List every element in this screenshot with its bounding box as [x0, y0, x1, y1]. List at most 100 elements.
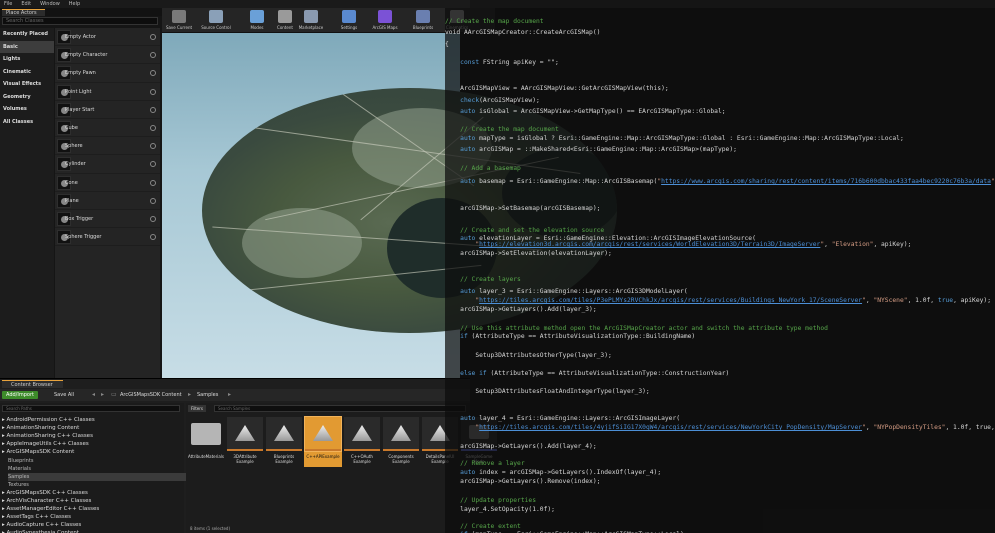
actor-item-cone[interactable]: Cone: [55, 174, 160, 192]
menu-window[interactable]: Window: [40, 1, 60, 7]
actor-label: Cone: [65, 179, 78, 186]
toolbar-settings-button[interactable]: Settings: [332, 9, 366, 33]
tree-folder[interactable]: ▸ ArchVisCharacter C++ Classes: [2, 497, 91, 505]
tree-folder[interactable]: ▸ AnimationSharing C++ Classes: [2, 432, 93, 440]
info-icon[interactable]: [150, 234, 156, 241]
tree-folder[interactable]: ▸ AppleImageUtils C++ Classes: [2, 440, 89, 448]
actor-label: Sphere: [65, 143, 83, 150]
content-browser-toolbar: Add/Import Save All ◂ ▸ ▭ ArcGISMapsSDK …: [0, 389, 470, 401]
actor-item-sphere-trigger[interactable]: Sphere Trigger: [55, 228, 160, 247]
actor-item-sphere[interactable]: Sphere: [55, 137, 160, 156]
tree-folder[interactable]: ▸ AndroidPermission C++ Classes: [2, 416, 95, 424]
category-all-classes[interactable]: All Classes: [0, 116, 54, 129]
toolbar-marketplace-button[interactable]: Marketplace: [294, 9, 328, 33]
tree-subfolder[interactable]: Textures: [8, 481, 29, 489]
toolbar-save-current-button[interactable]: Save Current: [162, 9, 196, 33]
level-map-icon: [344, 417, 380, 451]
info-icon[interactable]: [150, 197, 156, 204]
menu-help[interactable]: Help: [69, 1, 80, 7]
actor-item-player-start[interactable]: Player Start: [55, 101, 160, 119]
tree-folder[interactable]: ▸ AudioSynesthesia Content: [2, 529, 79, 533]
add-import-button[interactable]: Add/Import: [2, 391, 38, 399]
search-paths-input[interactable]: Search Paths: [2, 405, 180, 412]
actor-item-empty-actor[interactable]: Empty Actor: [55, 28, 160, 47]
level-viewport[interactable]: [162, 33, 617, 378]
info-icon[interactable]: [150, 106, 156, 113]
tree-subfolder[interactable]: Materials: [8, 465, 31, 473]
info-icon[interactable]: [150, 70, 156, 77]
code-line: // Create layers: [445, 276, 521, 283]
category-lights[interactable]: Lights: [0, 53, 54, 66]
category-recently-placed[interactable]: Recently Placed: [0, 28, 54, 41]
tree-folder[interactable]: ▸ AssetTags C++ Classes: [2, 513, 71, 521]
code-line: auto layer_3 = Esri::GameEngine::Layers:…: [460, 288, 688, 295]
info-icon[interactable]: [150, 52, 156, 59]
code-editor[interactable]: // Create the map document void AArcGISMa…: [445, 8, 995, 533]
back-arrow-icon[interactable]: ◂: [92, 391, 95, 399]
toolbar-blueprints-button[interactable]: Blueprints: [406, 9, 440, 33]
modes-icon: [250, 10, 264, 23]
category-geometry[interactable]: Geometry: [0, 91, 54, 104]
category-cinematic[interactable]: Cinematic: [0, 66, 54, 79]
menu-edit[interactable]: Edit: [21, 1, 31, 7]
code-line: auto arcGISMap = ::MakeShared<Esri::Game…: [460, 146, 737, 153]
actor-item-empty-character[interactable]: Empty Character: [55, 46, 160, 65]
tree-folder[interactable]: ▸ AssetManagerEditor C++ Classes: [2, 505, 99, 513]
search-classes-input[interactable]: Search Classes: [2, 17, 158, 25]
info-icon[interactable]: [150, 34, 156, 40]
search-samples-input[interactable]: Search Samples: [214, 405, 466, 412]
code-line: arcGISMap->GetLayers().Add(layer_4);: [445, 443, 597, 450]
info-icon[interactable]: [150, 215, 156, 222]
code-line: Setup3DAttributesOtherType(layer_3);: [445, 352, 612, 359]
code-line: // Create extent: [445, 523, 521, 530]
asset-tile[interactable]: Components Example: [382, 417, 420, 467]
actor-item-plane[interactable]: Plane: [55, 192, 160, 210]
asset-tile[interactable]: Blueprints Example: [265, 417, 303, 467]
asset-label: 3DAttribute Example: [233, 454, 257, 464]
category-volumes[interactable]: Volumes: [0, 103, 54, 116]
asset-tile[interactable]: 3DAttribute Example: [226, 417, 264, 467]
tree-folder[interactable]: ▸ ArcGISMapsSDK Content: [2, 448, 74, 456]
category-visual-effects[interactable]: Visual Effects: [0, 78, 54, 91]
actor-item-point-light[interactable]: Point Light: [55, 83, 160, 101]
info-icon[interactable]: [150, 161, 156, 168]
category-basic[interactable]: Basic: [0, 40, 54, 53]
items-count: 8 items (1 selected): [190, 526, 231, 531]
tree-subfolder[interactable]: Blueprints: [8, 457, 33, 465]
actor-item-cylinder[interactable]: Cylinder: [55, 155, 160, 174]
actor-item-box-trigger[interactable]: Box Trigger: [55, 210, 160, 229]
place-actors-tab[interactable]: Place Actors: [2, 9, 45, 16]
actor-item-empty-pawn[interactable]: Empty Pawn: [55, 64, 160, 83]
code-line: arcGISMap->SetElevation(elevationLayer);: [445, 250, 612, 257]
breadcrumb-content[interactable]: ArcGISMapsSDK Content: [120, 391, 182, 399]
toolbar-source-control-button[interactable]: Source Control: [194, 9, 238, 33]
asset-tile[interactable]: C++APIExample: [304, 416, 342, 467]
actor-label: Cube: [65, 124, 78, 131]
menu-file[interactable]: File: [4, 1, 12, 7]
code-line: // Remove a layer: [445, 460, 525, 467]
level-map-icon: [266, 417, 302, 451]
save-all-button[interactable]: Save All: [54, 391, 74, 399]
level-map-icon: [227, 417, 263, 451]
toolbar-button-label: Save Current: [165, 25, 193, 30]
actor-item-cube[interactable]: Cube: [55, 119, 160, 138]
filters-button[interactable]: Filters: [188, 405, 206, 412]
info-icon[interactable]: [150, 179, 156, 186]
code-line: check(ArcGISMapView);: [460, 97, 540, 104]
tree-subfolder[interactable]: Samples: [8, 472, 188, 481]
info-icon[interactable]: [150, 143, 156, 150]
toolbar-button-label: Marketplace: [298, 25, 324, 30]
tree-folder[interactable]: ▸ ArcGISMapsSDK C++ Classes: [2, 489, 88, 497]
folder-icon: ▭: [111, 391, 117, 398]
asset-tile[interactable]: AttributeMaterials: [187, 417, 225, 467]
tree-folder[interactable]: ▸ AnimationSharing Content: [2, 424, 79, 432]
menu-bar: File Edit Window Help: [0, 0, 470, 8]
forward-arrow-icon[interactable]: ▸: [101, 391, 104, 399]
content-browser-tab[interactable]: Content Browser: [2, 380, 63, 388]
asset-tile[interactable]: C++OAuth Example: [343, 417, 381, 467]
info-icon[interactable]: [150, 124, 156, 131]
tree-folder[interactable]: ▸ AudioCapture C++ Classes: [2, 521, 81, 529]
breadcrumb-samples[interactable]: Samples: [197, 391, 218, 399]
info-icon[interactable]: [150, 88, 156, 95]
toolbar-arcgis-maps-button[interactable]: ArcGIS Maps: [368, 9, 402, 33]
